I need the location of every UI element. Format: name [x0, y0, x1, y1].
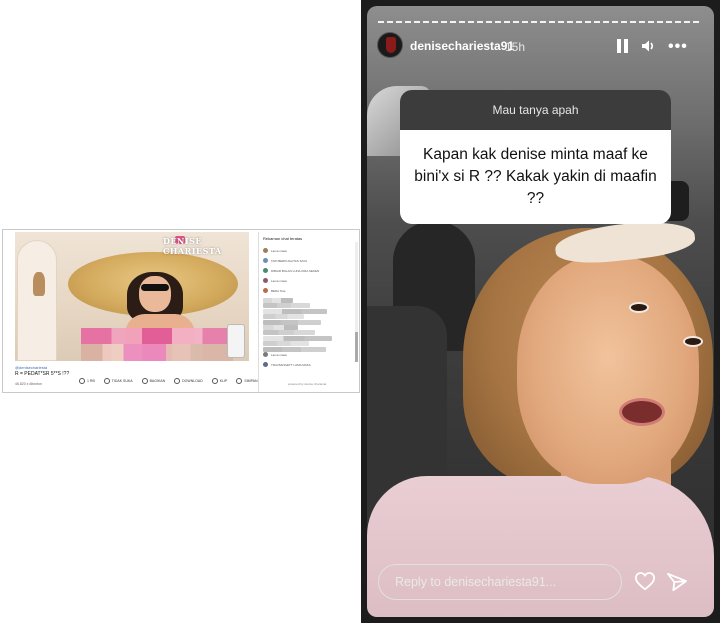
chat-avatar: [263, 288, 268, 293]
censored-chat-block: [263, 298, 293, 303]
mouth: [619, 398, 665, 426]
clip-icon: [211, 378, 218, 384]
video-watermark: DENISE CHARIESTA: [163, 236, 222, 256]
censored-chat-block: [263, 330, 315, 336]
censored-chat-block: [263, 308, 327, 314]
chat-message-text: DIBIAR BULAN LUNA KIRA SEKEN: [271, 269, 320, 273]
story-timestamp: 15h: [505, 40, 526, 54]
chat-message-text: BEDA Tete: [271, 289, 286, 293]
composite-screenshot: DENISE CHARIESTA @denisechariesta R = PE…: [0, 0, 720, 623]
chat-message-text: TAPI BERKUALITAS SAYA: [271, 259, 308, 263]
face: [139, 276, 171, 312]
question-sticker-header: Mau tanya apah: [400, 90, 671, 130]
censor-pixelation: [81, 344, 233, 361]
chat-avatar: [263, 278, 268, 283]
channel-handle[interactable]: @denisechariesta: [15, 365, 47, 370]
like-button[interactable]: 1 RB: [79, 378, 95, 384]
chat-avatar: [263, 268, 268, 273]
video-actions: 1 RB TIDAK SUKA BAGIKAN DOWNLOAD KLIP SI…: [79, 378, 269, 384]
face: [517, 254, 699, 484]
vase: [33, 272, 45, 296]
chat-message-text: Lama masa: [271, 249, 287, 253]
chat-avatar: [263, 362, 268, 367]
avatar-image: [386, 37, 396, 53]
question-text: Kapan kak denise minta maaf ke bini'x si…: [414, 146, 657, 207]
live-chat-panel: Rekaman chat teratas Lama masa TAPI BERKU…: [258, 232, 358, 392]
censored-chat-block: [263, 341, 309, 347]
chat-message: TAPI BERKUALITAS SAYA: [263, 258, 355, 264]
download-button[interactable]: DOWNLOAD: [174, 378, 203, 384]
chat-message: TIDA BANGETT LAMA MAKA: [263, 362, 355, 368]
more-icon[interactable]: •••: [668, 39, 688, 55]
chat-scrollbar-thumb[interactable]: [355, 332, 358, 362]
question-sticker-title: Mau tanya apah: [492, 103, 579, 117]
dislike-icon: [103, 378, 110, 384]
reply-input[interactable]: Reply to denisechariesta91...: [378, 564, 622, 600]
reply-placeholder: Reply to denisechariesta91...: [395, 575, 557, 589]
view-count: 46.820 x ditonton: [15, 382, 42, 386]
censored-chat-block: [263, 335, 332, 341]
blender: [227, 324, 245, 358]
chat-avatar: [263, 248, 268, 253]
story-username[interactable]: denisechariesta91: [410, 39, 514, 53]
chat-message: Lama masa: [263, 278, 355, 284]
censored-chat-block: [263, 346, 326, 352]
pause-icon[interactable]: [617, 39, 629, 53]
video-title: R = PEDAT*SR 5**S !??: [15, 371, 70, 377]
eye: [683, 336, 703, 347]
chat-message: Lama masa: [263, 248, 355, 254]
censored-chat-block: [263, 303, 310, 309]
share-button[interactable]: BAGIKAN: [141, 378, 165, 384]
chat-message-text: TIDA BANGETT LAMA MAKA: [271, 363, 311, 367]
story-progress-bar: [378, 21, 702, 23]
chat-message-text: Lama masa: [271, 279, 287, 283]
censored-chat-block: [263, 325, 298, 330]
chat-avatar: [263, 258, 268, 263]
chat-message-text: Lama masa: [271, 353, 287, 357]
send-icon[interactable]: [666, 572, 688, 592]
chat-avatar: [263, 352, 268, 357]
wall-arch: [17, 240, 57, 361]
dislike-button[interactable]: TIDAK SUKA: [103, 378, 133, 384]
download-icon: [174, 378, 181, 384]
heart-icon[interactable]: [634, 571, 656, 591]
save-button[interactable]: SIMPAN: [236, 378, 258, 384]
chat-header[interactable]: Rekaman chat teratas: [263, 236, 302, 241]
chat-message: BEDA Tete: [263, 288, 355, 294]
chat-footer: powered by denise chariesta: [288, 382, 327, 386]
sunglasses: [141, 284, 169, 291]
like-icon: [79, 378, 85, 384]
headband: [553, 216, 697, 268]
eye: [629, 302, 649, 313]
chat-message: Lama masa: [263, 352, 355, 358]
censored-chat-block: [263, 319, 321, 325]
save-icon: [236, 378, 243, 384]
chat-message: DIBIAR BULAN LUNA KIRA SEKEN: [263, 268, 355, 274]
video-player[interactable]: DENISE CHARIESTA: [15, 232, 249, 361]
share-icon: [141, 378, 148, 384]
avatar[interactable]: [377, 32, 403, 58]
censored-chat-block: [263, 314, 304, 320]
clip-button[interactable]: KLIP: [211, 378, 227, 384]
youtube-live-screenshot: DENISE CHARIESTA @denisechariesta R = PE…: [2, 229, 360, 393]
question-sticker-body[interactable]: Kapan kak denise minta maaf ke bini'x si…: [400, 130, 671, 224]
speaker-icon[interactable]: [640, 38, 656, 54]
